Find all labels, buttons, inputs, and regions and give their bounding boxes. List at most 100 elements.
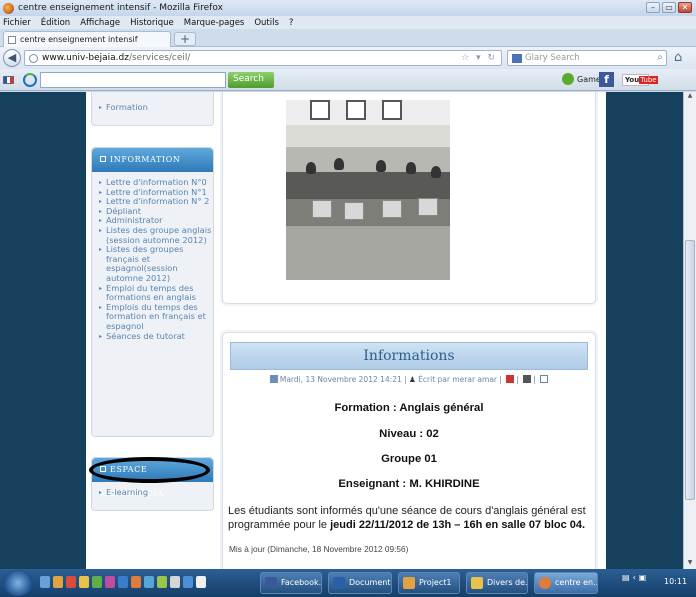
quick-launch-icon[interactable] — [40, 576, 50, 588]
task-project1[interactable]: Project1 — [398, 572, 460, 594]
menu-fichier[interactable]: Fichier — [3, 18, 31, 28]
minimize-button[interactable]: – — [646, 2, 660, 13]
vertical-scrollbar[interactable]: ▲ ▼ — [683, 92, 696, 569]
flag-icon[interactable] — [3, 76, 14, 84]
tab-favicon-icon — [8, 35, 16, 44]
youtube-tube: Tube — [639, 76, 658, 84]
toolbar-search-button[interactable]: Search — [228, 72, 274, 88]
task-label: Divers de... — [487, 578, 528, 587]
search-input[interactable]: Glary Search ⌕ — [507, 50, 667, 66]
facebook-task-icon — [265, 577, 277, 589]
sidebar-item[interactable]: Séances de tutorat — [99, 331, 217, 342]
home-icon[interactable]: ⌂ — [674, 50, 682, 65]
quick-launch-icon[interactable] — [170, 576, 180, 588]
url-text: www.univ-bejaia.dz/services/ceil/ — [42, 53, 190, 63]
navigation-bar: ◀ www.univ-bejaia.dz/services/ceil/ ☆ ▾ … — [0, 47, 696, 69]
quick-launch-icon[interactable] — [118, 576, 128, 588]
calendar-icon — [269, 375, 278, 383]
formation-line: Formation : Anglais général — [334, 402, 484, 414]
pdf-icon[interactable] — [506, 375, 515, 383]
toolbar-search-field[interactable] — [40, 72, 226, 88]
photo-person — [334, 158, 344, 170]
search-engine-icon[interactable] — [512, 53, 522, 63]
task-label: centre en... — [555, 578, 598, 587]
square-icon — [100, 156, 106, 162]
task-centre-en[interactable]: centre en... — [534, 572, 598, 594]
sidebar-item[interactable]: Listes des groupes français et espagnol(… — [99, 244, 217, 283]
menu-bar: Fichier Édition Affichage Historique Mar… — [0, 16, 696, 29]
tray-arrow-icon[interactable]: ‹ — [633, 573, 636, 582]
magnifier-icon[interactable]: ⌕ — [657, 52, 663, 63]
window-title-bar: centre enseignement intensif - Mozilla F… — [0, 0, 696, 16]
task-document[interactable]: Document... — [328, 572, 392, 594]
information-title: INFORMATION — [110, 155, 181, 164]
quick-launch-icon[interactable] — [196, 576, 206, 588]
menu-marque-pages[interactable]: Marque-pages — [184, 18, 245, 28]
url-host: www.univ-bejaia.dz — [42, 53, 129, 63]
task-facebook[interactable]: Facebook... — [260, 572, 322, 594]
new-tab-button[interactable]: + — [174, 32, 196, 46]
email-icon[interactable] — [540, 375, 549, 383]
maximize-button[interactable]: ▭ — [662, 2, 676, 13]
quick-launch-icon[interactable] — [157, 576, 167, 588]
article-author: Écrit par merar amar — [418, 375, 497, 384]
information-header: INFORMATION — [92, 148, 213, 172]
menu-affichage[interactable]: Affichage — [80, 18, 120, 28]
task-label: Facebook... — [281, 578, 322, 587]
scroll-thumb[interactable] — [685, 240, 695, 500]
quick-launch-icon[interactable] — [66, 576, 76, 588]
photo-window — [310, 100, 330, 120]
sidebar-item-formation[interactable]: Formation — [99, 102, 217, 113]
tray-icon[interactable]: ▤ — [622, 573, 630, 582]
network-icon[interactable]: ▣ — [639, 573, 647, 582]
sidebar-item[interactable]: Emploi du temps des formations en anglai… — [99, 283, 217, 303]
print-icon[interactable] — [523, 375, 532, 383]
menu-help[interactable]: ? — [289, 18, 294, 28]
menu-edition[interactable]: Édition — [41, 18, 70, 28]
start-button[interactable] — [3, 570, 33, 596]
scroll-up-arrow[interactable]: ▲ — [684, 92, 696, 102]
article-heading: Informations — [230, 342, 588, 370]
classroom-photo — [286, 100, 450, 280]
quick-launch-icon[interactable] — [92, 576, 102, 588]
highlight-oval — [89, 457, 210, 483]
sidebar-item-e-learning[interactable]: E-learning — [99, 487, 217, 498]
task-label: Project1 — [419, 578, 452, 587]
quick-launch-icon[interactable] — [79, 576, 89, 588]
firefox-icon — [3, 2, 14, 14]
user-icon: ♟ — [409, 375, 416, 384]
facebook-icon[interactable]: f — [599, 72, 614, 87]
url-bar[interactable]: www.univ-bejaia.dz/services/ceil/ ☆ ▾ ↻ — [24, 50, 502, 66]
window-title: centre enseignement intensif - Mozilla F… — [18, 3, 223, 13]
quick-launch-icon[interactable] — [144, 576, 154, 588]
last-updated: Mis à jour (Dimanche, 18 Novembre 2012 0… — [229, 544, 409, 554]
quick-launch-icon[interactable] — [105, 576, 115, 588]
games-icon — [562, 73, 574, 85]
tab-bar: centre enseignement intensif + — [0, 29, 696, 47]
sidebar-item[interactable]: Emplois du temps des formation en frança… — [99, 302, 217, 332]
site-identity-icon[interactable] — [29, 53, 38, 63]
menu-outils[interactable]: Outils — [254, 18, 279, 28]
photo-computer — [344, 202, 364, 220]
close-button[interactable]: ✕ — [678, 2, 692, 13]
photo-computer — [382, 200, 402, 218]
article-paragraph: Les étudiants sont informés qu'une séanc… — [228, 504, 592, 532]
photo-computer — [418, 198, 438, 216]
information-box: INFORMATION Lettre d'information N°0 Let… — [91, 147, 214, 437]
toolbar-logo-icon[interactable] — [23, 73, 37, 87]
enseignant-line: Enseignant : M. KHIRDINE — [338, 478, 480, 490]
scroll-down-arrow[interactable]: ▼ — [684, 559, 696, 569]
url-bar-icons[interactable]: ☆ ▾ ↻ — [461, 53, 497, 63]
quick-launch-icon[interactable] — [131, 576, 141, 588]
photo-window — [382, 100, 402, 120]
task-divers[interactable]: Divers de... — [466, 572, 528, 594]
youtube-icon[interactable]: YouTube — [622, 74, 658, 86]
sidebar-item[interactable]: Listes des groupe anglais (session autom… — [99, 225, 217, 245]
back-button[interactable]: ◀ — [3, 49, 21, 67]
quick-launch-icon[interactable] — [53, 576, 63, 588]
project-task-icon — [403, 577, 415, 589]
window-controls: – ▭ ✕ — [646, 2, 692, 13]
quick-launch-icon[interactable] — [183, 576, 193, 588]
menu-historique[interactable]: Historique — [130, 18, 174, 28]
tab-centre-enseignement[interactable]: centre enseignement intensif — [3, 31, 171, 47]
